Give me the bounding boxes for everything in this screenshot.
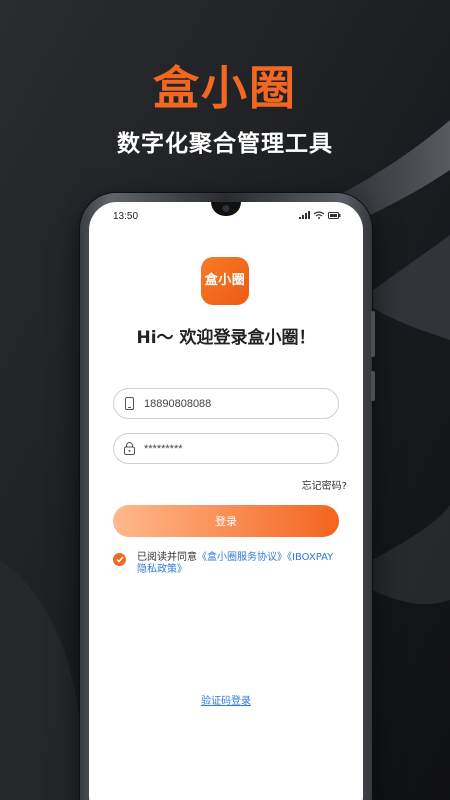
lock-icon: [114, 442, 144, 455]
signal-icon: [299, 211, 310, 219]
phone-icon: [114, 397, 144, 410]
brand-subtitle: 数字化聚合管理工具: [117, 131, 333, 157]
side-button: [371, 371, 375, 401]
password-field[interactable]: [113, 433, 339, 464]
status-bar: 13:50: [89, 202, 363, 228]
sms-login-link[interactable]: 验证码登录: [89, 692, 363, 707]
phone-number-field[interactable]: [113, 388, 339, 419]
status-time: 13:50: [113, 211, 139, 222]
wifi-icon: [314, 211, 324, 219]
camera-notch: [211, 202, 241, 216]
agreement-row: 已阅读并同意《盒小圈服务协议》《IBOXPAY隐私政策》: [113, 552, 343, 576]
brand-title: 盒小圈: [153, 61, 297, 115]
check-icon: [115, 556, 124, 563]
password-input[interactable]: [144, 442, 324, 455]
forgot-password-link[interactable]: 忘记密码?: [302, 477, 347, 492]
battery-icon: [328, 211, 341, 219]
phone-number-input[interactable]: [144, 397, 324, 410]
side-button: [371, 311, 375, 357]
agreement-checkbox[interactable]: [113, 553, 126, 566]
login-button[interactable]: 登录: [113, 505, 339, 537]
camera-icon: [222, 205, 230, 212]
phone-screen: 13:50 盒小圈 Hi～ 欢迎登录盒小圈！ 18890808088 *****…: [89, 202, 363, 800]
agreement-text: 已阅读并同意: [137, 552, 197, 563]
phone-mockup: 13:50 盒小圈 Hi～ 欢迎登录盒小圈！ 18890808088 *****…: [80, 193, 375, 800]
app-logo: 盒小圈: [201, 257, 249, 305]
service-agreement-link[interactable]: 《盒小圈服务协议》: [197, 552, 287, 563]
welcome-heading: Hi～ 欢迎登录盒小圈！: [136, 328, 316, 348]
